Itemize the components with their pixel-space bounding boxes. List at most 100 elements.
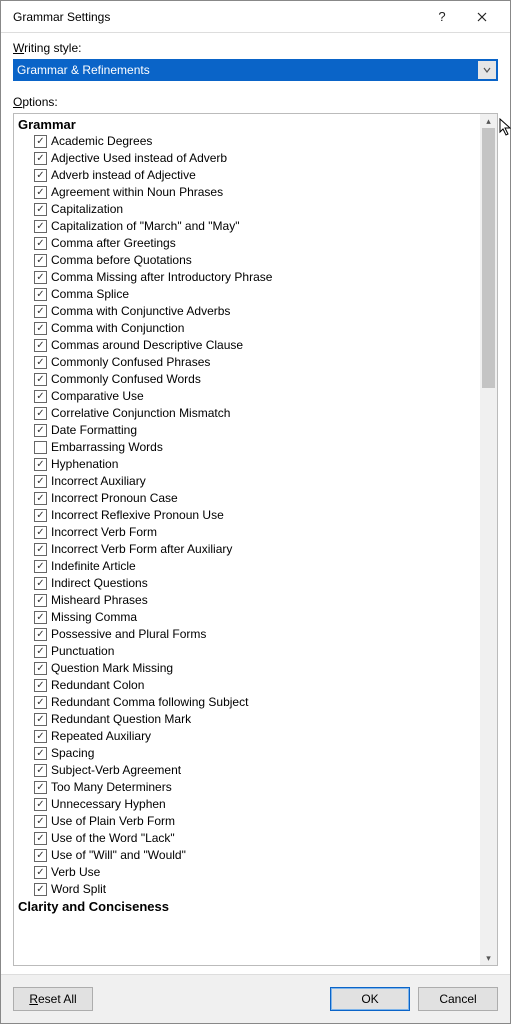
checkbox[interactable]: [34, 288, 47, 301]
checkbox[interactable]: [34, 594, 47, 607]
option-row[interactable]: Comma with Conjunction: [18, 320, 480, 337]
cancel-button[interactable]: Cancel: [418, 987, 498, 1011]
scroll-down-arrow[interactable]: ▾: [480, 951, 497, 965]
checkbox[interactable]: [34, 424, 47, 437]
option-row[interactable]: Agreement within Noun Phrases: [18, 184, 480, 201]
scroll-up-arrow[interactable]: ▴: [480, 114, 497, 128]
option-row[interactable]: Incorrect Reflexive Pronoun Use: [18, 507, 480, 524]
checkbox[interactable]: [34, 169, 47, 182]
scrollbar-thumb[interactable]: [482, 128, 495, 388]
checkbox[interactable]: [34, 662, 47, 675]
scrollbar-vertical[interactable]: ▴ ▾: [480, 114, 497, 965]
option-row[interactable]: Comma with Conjunctive Adverbs: [18, 303, 480, 320]
checkbox[interactable]: [34, 475, 47, 488]
option-row[interactable]: Question Mark Missing: [18, 660, 480, 677]
checkbox[interactable]: [34, 866, 47, 879]
checkbox[interactable]: [34, 220, 47, 233]
checkbox[interactable]: [34, 560, 47, 573]
option-row[interactable]: Comma before Quotations: [18, 252, 480, 269]
reset-all-button[interactable]: Reset All: [13, 987, 93, 1011]
checkbox[interactable]: [34, 305, 47, 318]
option-row[interactable]: Embarrassing Words: [18, 439, 480, 456]
checkbox[interactable]: [34, 679, 47, 692]
ok-button[interactable]: OK: [330, 987, 410, 1011]
option-row[interactable]: Misheard Phrases: [18, 592, 480, 609]
checkbox[interactable]: [34, 322, 47, 335]
option-row[interactable]: Redundant Question Mark: [18, 711, 480, 728]
checkbox[interactable]: [34, 798, 47, 811]
checkbox[interactable]: [34, 730, 47, 743]
options-scroll-area[interactable]: GrammarAcademic DegreesAdjective Used in…: [14, 114, 480, 965]
checkbox[interactable]: [34, 611, 47, 624]
option-row[interactable]: Use of the Word "Lack": [18, 830, 480, 847]
option-row[interactable]: Punctuation: [18, 643, 480, 660]
checkbox[interactable]: [34, 577, 47, 590]
checkbox[interactable]: [34, 747, 47, 760]
option-row[interactable]: Comma after Greetings: [18, 235, 480, 252]
option-row[interactable]: Incorrect Auxiliary: [18, 473, 480, 490]
checkbox[interactable]: [34, 526, 47, 539]
checkbox[interactable]: [34, 883, 47, 896]
option-row[interactable]: Adverb instead of Adjective: [18, 167, 480, 184]
option-row[interactable]: Word Split: [18, 881, 480, 898]
option-row[interactable]: Use of "Will" and "Would": [18, 847, 480, 864]
option-row[interactable]: Date Formatting: [18, 422, 480, 439]
help-button[interactable]: ?: [422, 3, 462, 31]
option-row[interactable]: Unnecessary Hyphen: [18, 796, 480, 813]
checkbox[interactable]: [34, 781, 47, 794]
option-row[interactable]: Hyphenation: [18, 456, 480, 473]
option-row[interactable]: Comparative Use: [18, 388, 480, 405]
option-row[interactable]: Indirect Questions: [18, 575, 480, 592]
option-row[interactable]: Too Many Determiners: [18, 779, 480, 796]
option-row[interactable]: Capitalization of "March" and "May": [18, 218, 480, 235]
option-row[interactable]: Redundant Colon: [18, 677, 480, 694]
checkbox[interactable]: [34, 543, 47, 556]
close-button[interactable]: [462, 3, 502, 31]
checkbox[interactable]: [34, 645, 47, 658]
option-row[interactable]: Incorrect Pronoun Case: [18, 490, 480, 507]
checkbox[interactable]: [34, 407, 47, 420]
checkbox[interactable]: [34, 373, 47, 386]
checkbox[interactable]: [34, 186, 47, 199]
option-row[interactable]: Repeated Auxiliary: [18, 728, 480, 745]
checkbox[interactable]: [34, 509, 47, 522]
option-row[interactable]: Commonly Confused Phrases: [18, 354, 480, 371]
option-row[interactable]: Capitalization: [18, 201, 480, 218]
checkbox[interactable]: [34, 492, 47, 505]
checkbox[interactable]: [34, 152, 47, 165]
option-row[interactable]: Comma Missing after Introductory Phrase: [18, 269, 480, 286]
option-row[interactable]: Incorrect Verb Form: [18, 524, 480, 541]
option-row[interactable]: Commas around Descriptive Clause: [18, 337, 480, 354]
checkbox[interactable]: [34, 815, 47, 828]
checkbox[interactable]: [34, 254, 47, 267]
option-row[interactable]: Incorrect Verb Form after Auxiliary: [18, 541, 480, 558]
option-row[interactable]: Missing Comma: [18, 609, 480, 626]
checkbox[interactable]: [34, 441, 47, 454]
checkbox[interactable]: [34, 356, 47, 369]
option-row[interactable]: Use of Plain Verb Form: [18, 813, 480, 830]
option-row[interactable]: Commonly Confused Words: [18, 371, 480, 388]
writing-style-dropdown[interactable]: Grammar & Refinements: [13, 59, 498, 81]
option-row[interactable]: Indefinite Article: [18, 558, 480, 575]
checkbox[interactable]: [34, 849, 47, 862]
checkbox[interactable]: [34, 628, 47, 641]
checkbox[interactable]: [34, 390, 47, 403]
option-row[interactable]: Spacing: [18, 745, 480, 762]
option-row[interactable]: Comma Splice: [18, 286, 480, 303]
checkbox[interactable]: [34, 458, 47, 471]
checkbox[interactable]: [34, 764, 47, 777]
checkbox[interactable]: [34, 135, 47, 148]
option-row[interactable]: Verb Use: [18, 864, 480, 881]
option-row[interactable]: Adjective Used instead of Adverb: [18, 150, 480, 167]
option-row[interactable]: Academic Degrees: [18, 133, 480, 150]
checkbox[interactable]: [34, 696, 47, 709]
option-row[interactable]: Subject-Verb Agreement: [18, 762, 480, 779]
checkbox[interactable]: [34, 832, 47, 845]
checkbox[interactable]: [34, 203, 47, 216]
checkbox[interactable]: [34, 339, 47, 352]
option-row[interactable]: Possessive and Plural Forms: [18, 626, 480, 643]
option-row[interactable]: Correlative Conjunction Mismatch: [18, 405, 480, 422]
checkbox[interactable]: [34, 271, 47, 284]
checkbox[interactable]: [34, 713, 47, 726]
option-row[interactable]: Redundant Comma following Subject: [18, 694, 480, 711]
